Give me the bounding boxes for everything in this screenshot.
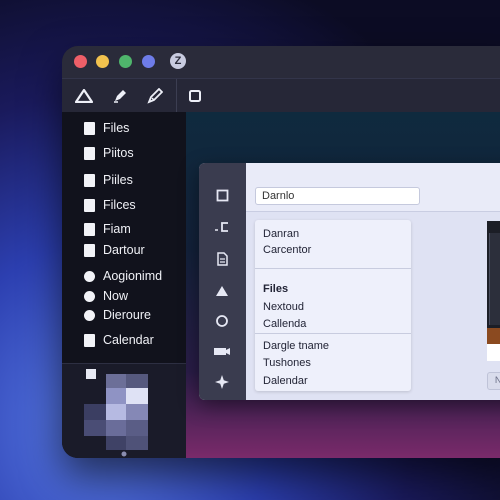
- crop-icon: [215, 222, 228, 232]
- sidebar-item-label: Files: [103, 121, 130, 135]
- sidebar-item-piitos[interactable]: Piitos: [84, 144, 134, 162]
- toolbar-button-edit[interactable]: [103, 79, 137, 113]
- file-icon: [84, 333, 95, 347]
- file-icon: [84, 173, 95, 187]
- list-item[interactable]: Carcentor: [263, 244, 311, 256]
- maximize-window-button[interactable]: [119, 55, 132, 68]
- sidebar-item-label: Aogionimd: [103, 269, 163, 283]
- rail-button-square[interactable]: [207, 183, 237, 207]
- panel-toolbar: [199, 163, 246, 400]
- sidebar-item-label: Filces: [103, 198, 136, 212]
- rail-button-upload[interactable]: [207, 279, 237, 303]
- sidebar-item-dartour[interactable]: Dartour: [84, 241, 145, 259]
- sidebar: Files Piitos Piiles Filces Fiam Dartour …: [62, 112, 186, 458]
- sidebar-item-aogionimd[interactable]: Aogionimd: [84, 267, 162, 285]
- sidebar-item-piiles[interactable]: Piiles: [84, 171, 133, 189]
- list-item[interactable]: Danran: [263, 228, 299, 240]
- thumbnail-area: [62, 364, 186, 458]
- sidebar-item-label: Now: [103, 289, 129, 303]
- rail-button-sparkle[interactable]: [207, 370, 237, 394]
- pen-icon: [114, 90, 126, 103]
- close-window-button[interactable]: [74, 55, 87, 68]
- sidebar-item-dieroure[interactable]: Dieroure: [84, 306, 151, 324]
- toolbar-divider: [176, 79, 177, 113]
- list-item[interactable]: Nextoud: [263, 301, 304, 313]
- toolbar: [62, 78, 500, 113]
- sidebar-item-files[interactable]: Files: [84, 119, 129, 137]
- square-icon: [189, 90, 201, 102]
- files-panel: Danran Carcentor Files Nextoud Callenda …: [199, 163, 500, 400]
- preview-image: [487, 221, 500, 344]
- camera-icon: [214, 348, 230, 355]
- list-item[interactable]: Tushones: [263, 357, 311, 369]
- document-icon: [217, 252, 228, 266]
- sparkle-icon: [215, 375, 229, 389]
- list-section-heading: Files: [263, 283, 289, 295]
- list-divider: [255, 268, 411, 269]
- minimize-window-button[interactable]: [96, 55, 109, 68]
- sidebar-item-filces[interactable]: Filces: [84, 196, 136, 214]
- file-preview[interactable]: [487, 221, 500, 361]
- rail-button-camera[interactable]: [207, 339, 237, 363]
- toolbar-button-home[interactable]: [67, 79, 101, 113]
- sidebar-item-now[interactable]: Now: [84, 287, 128, 305]
- search-input[interactable]: [255, 187, 420, 205]
- list-item[interactable]: Callenda: [263, 318, 306, 330]
- binder-shape: [489, 233, 500, 325]
- list-item[interactable]: Dalendar: [263, 375, 308, 387]
- rail-button-crop[interactable]: [207, 215, 237, 239]
- title-bar: Z: [62, 46, 500, 78]
- file-icon: [84, 222, 95, 236]
- sidebar-item-label: Piitos: [103, 146, 134, 160]
- app-logo-icon: Z: [170, 53, 186, 69]
- sidebar-item-label: Piiles: [103, 173, 133, 187]
- sidebar-item-label: Calendar: [103, 333, 154, 347]
- list-divider: [255, 333, 411, 334]
- extra-window-button[interactable]: [142, 55, 155, 68]
- next-button[interactable]: Nexclubcds): [487, 372, 500, 390]
- circle-icon: [84, 290, 95, 302]
- panel-header: [246, 163, 500, 212]
- sidebar-item-label: Fiam: [103, 222, 131, 236]
- app-window: Z Files Piitos Piiles Filces Fiam Dartou…: [62, 46, 500, 458]
- thumbnail-image[interactable]: [62, 364, 186, 458]
- square-icon: [216, 189, 228, 201]
- file-icon: [84, 146, 95, 160]
- sidebar-item-fiam[interactable]: Fiam: [84, 220, 131, 238]
- list-item[interactable]: Dargle tname: [263, 340, 329, 352]
- pencil-icon: [147, 88, 163, 104]
- rail-button-document[interactable]: [207, 247, 237, 271]
- triangle-icon: [75, 89, 93, 103]
- rail-button-circle[interactable]: [207, 309, 237, 333]
- circle-icon: [84, 270, 95, 282]
- file-list: Danran Carcentor Files Nextoud Callenda …: [255, 220, 411, 391]
- triangle-icon: [216, 286, 228, 296]
- toolbar-button-square[interactable]: [178, 79, 212, 113]
- sidebar-item-calendar[interactable]: Calendar: [84, 331, 154, 349]
- sidebar-item-label: Dieroure: [103, 308, 151, 322]
- file-icon: [84, 121, 95, 135]
- circle-icon: [84, 309, 95, 321]
- toolbar-button-draw[interactable]: [138, 79, 172, 113]
- file-icon: [84, 198, 95, 212]
- circle-icon: [216, 315, 228, 327]
- sidebar-item-label: Dartour: [103, 243, 145, 257]
- shelf-shape: [487, 328, 500, 344]
- file-icon: [84, 243, 95, 257]
